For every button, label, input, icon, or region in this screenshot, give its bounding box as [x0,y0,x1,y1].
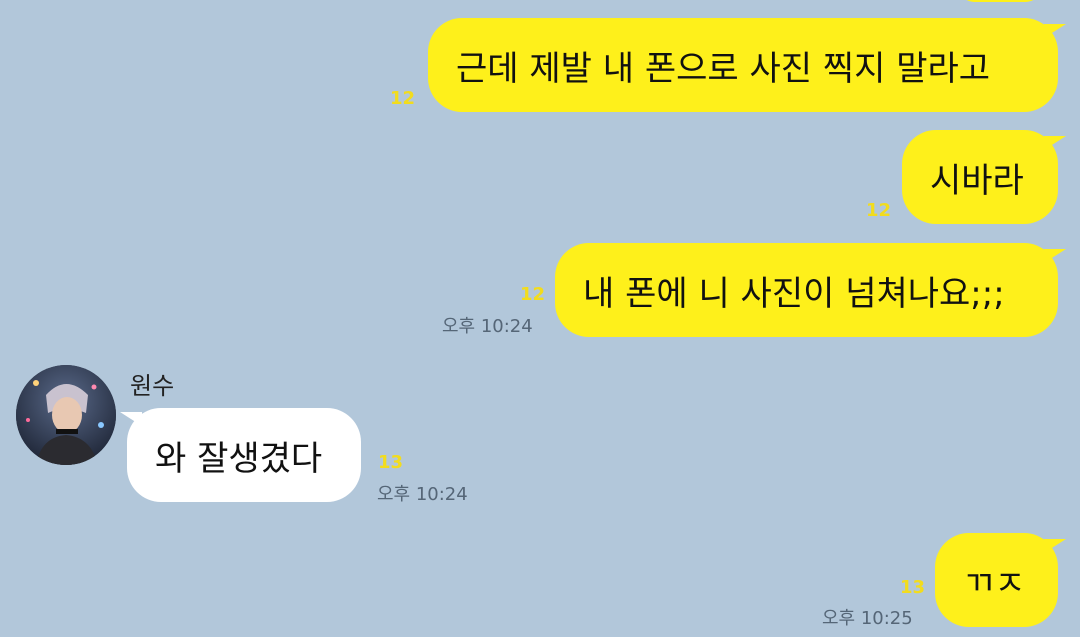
message-timestamp: 오후 10:24 [377,484,468,505]
unread-count: 13 [378,452,404,473]
message-bubble-2[interactable]: 시바라 [902,130,1058,224]
bubble-tail [1044,24,1066,38]
message-bubble-3[interactable]: 내 폰에 니 사진이 넘쳐나요;;; [555,243,1058,337]
profile-photo-icon [16,365,116,465]
message-bubble-5[interactable]: ㄲㅈ [935,533,1058,627]
bubble-tail [120,412,142,426]
unread-count: 13 [900,577,926,598]
message-text: 시바라 [930,160,1024,201]
message-timestamp: 오후 10:25 [822,608,913,629]
message-text: 와 잘생겼다 [155,438,323,479]
unread-count: 12 [520,284,546,305]
message-timestamp: 오후 10:24 [442,316,533,337]
message-bubble-1[interactable]: 근데 제발 내 폰으로 사진 찍지 말라고 [428,18,1058,112]
bubble-tail [1044,136,1066,150]
previous-message-bubble-fragment [960,0,1040,2]
message-text: ㄲㅈ [963,563,1026,604]
bubble-tail [1044,539,1066,553]
sender-name: 원수 [130,372,175,400]
sender-avatar[interactable] [16,365,116,465]
message-bubble-4[interactable]: 와 잘생겼다 [127,408,361,502]
bubble-tail [1044,249,1066,263]
message-text: 근데 제발 내 폰으로 사진 찍지 말라고 [456,48,991,89]
unread-count: 12 [390,88,416,109]
unread-count: 12 [866,200,892,221]
message-text: 내 폰에 니 사진이 넘쳐나요;;; [583,273,1005,314]
